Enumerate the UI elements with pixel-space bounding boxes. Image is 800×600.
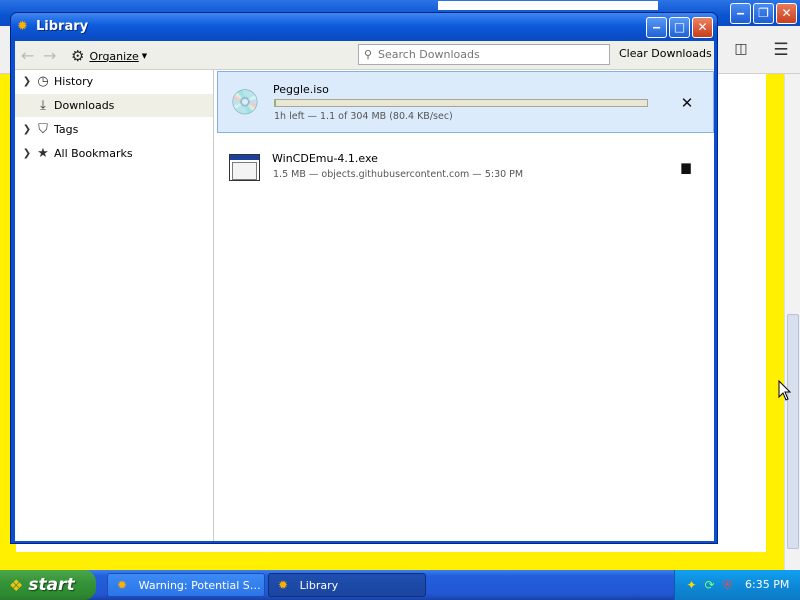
- download-item[interactable]: WinCDEmu-4.1.exe 1.5 MB — objects.github…: [217, 140, 714, 202]
- background-url-strip: [438, 1, 658, 10]
- forward-arrow-icon[interactable]: →: [43, 46, 56, 65]
- gear-icon: ⚙: [71, 47, 85, 65]
- download-item[interactable]: 💿 Peggle.iso 1h left — 1.1 of 304 MB (80…: [217, 71, 714, 133]
- start-label: start: [28, 575, 75, 595]
- organize-label: Organize: [89, 49, 139, 63]
- disc-drive-icon: 💿: [230, 88, 260, 116]
- background-minimize-button[interactable]: ‒: [730, 3, 751, 24]
- caret-down-icon: ▼: [141, 52, 148, 60]
- hamburger-menu-icon[interactable]: ☰: [770, 40, 792, 60]
- start-button[interactable]: ❖ start: [0, 570, 96, 600]
- window-title: Library: [36, 19, 89, 34]
- system-tray: ✦ ⟳ ⛨ 6:35 PM: [674, 570, 800, 600]
- update-tray-icon[interactable]: ⟳: [702, 578, 717, 593]
- folder-icon[interactable]: ▆: [677, 158, 695, 176]
- expand-arrow-icon[interactable]: ❯: [20, 76, 34, 87]
- library-toolbar: ← → ⚙ Organize ▼ ⚲ Clear Downloads: [15, 41, 714, 70]
- cancel-x-icon[interactable]: ✕: [678, 94, 696, 112]
- tag-icon: ⛉: [38, 122, 48, 137]
- star-icon: ★: [37, 146, 49, 161]
- minimize-button[interactable]: ‒: [646, 17, 667, 38]
- taskbar-item-label: Library: [299, 578, 339, 592]
- sidebar-icon[interactable]: ◫: [731, 41, 751, 59]
- library-window: ✹ Library ‒ □ ✕ ← → ⚙ Organize ▼ ⚲ Clear…: [10, 12, 718, 544]
- search-input[interactable]: [378, 48, 603, 61]
- background-close-button[interactable]: ✕: [776, 3, 797, 24]
- expand-arrow-icon[interactable]: ❯: [20, 124, 34, 135]
- clear-downloads-button[interactable]: Clear Downloads: [619, 47, 712, 60]
- firefox-icon: ✹: [117, 578, 128, 592]
- download-status: 1.5 MB — objects.githubusercontent.com —…: [273, 169, 524, 180]
- sidebar-item-tags[interactable]: ❯ ⛉ Tags: [15, 118, 213, 141]
- sidebar-item-label: History: [54, 75, 94, 88]
- background-restore-button[interactable]: ❐: [753, 3, 774, 24]
- library-body: ❯ ◷ History ⤓ Downloads ❯ ⛉ Tags ❯ ★ All…: [15, 70, 714, 541]
- taskbar-item-label: Warning: Potential Se...: [138, 578, 264, 592]
- mouse-cursor-icon: [778, 380, 792, 401]
- clock: 6:35 PM: [745, 578, 790, 591]
- close-button[interactable]: ✕: [692, 17, 713, 38]
- download-filename: Peggle.iso: [273, 83, 329, 96]
- taskbar-item-warning[interactable]: ✹ Warning: Potential Se...: [107, 573, 265, 597]
- download-arrow-icon: ⤓: [40, 98, 46, 113]
- firefox-icon: ✹: [17, 19, 28, 34]
- sidebar-item-history[interactable]: ❯ ◷ History: [15, 70, 213, 93]
- library-sidebar: ❯ ◷ History ⤓ Downloads ❯ ⛉ Tags ❯ ★ All…: [15, 70, 214, 541]
- library-titlebar[interactable]: ✹ Library ‒ □ ✕: [11, 13, 717, 41]
- expand-arrow-icon[interactable]: ❯: [20, 148, 34, 159]
- downloads-list: 💿 Peggle.iso 1h left — 1.1 of 304 MB (80…: [215, 70, 714, 541]
- download-status: 1h left — 1.1 of 304 MB (80.4 KB/sec): [274, 111, 453, 122]
- organize-button[interactable]: ⚙ Organize ▼: [71, 46, 147, 66]
- clock-icon: ◷: [37, 74, 49, 89]
- taskbar: ❖ start ✹ Warning: Potential Se... ✹ Lib…: [0, 570, 800, 600]
- search-box[interactable]: ⚲: [358, 44, 610, 65]
- windows-flag-icon: ❖: [9, 575, 24, 595]
- search-icon: ⚲: [364, 48, 373, 61]
- sidebar-item-label: Tags: [54, 123, 79, 136]
- security-shield-icon[interactable]: ⛨: [720, 578, 735, 593]
- sidebar-item-label: Downloads: [54, 99, 115, 112]
- download-filename: WinCDEmu-4.1.exe: [272, 152, 378, 165]
- back-arrow-icon[interactable]: ←: [21, 46, 34, 65]
- sidebar-item-label: All Bookmarks: [54, 147, 133, 160]
- sidebar-item-downloads[interactable]: ⤓ Downloads: [15, 94, 213, 117]
- network-tray-icon[interactable]: ✦: [684, 578, 699, 593]
- download-progress-fill: [275, 100, 277, 106]
- background-scrollbar-thumb[interactable]: [787, 314, 799, 549]
- firefox-icon: ✹: [278, 578, 289, 592]
- background-scrollbar[interactable]: [784, 74, 800, 570]
- maximize-button[interactable]: □: [669, 17, 690, 38]
- taskbar-item-library[interactable]: ✹ Library: [268, 573, 426, 597]
- exe-window-icon: [229, 154, 260, 181]
- sidebar-item-all-bookmarks[interactable]: ❯ ★ All Bookmarks: [15, 142, 213, 165]
- download-progress-bar: [274, 99, 648, 107]
